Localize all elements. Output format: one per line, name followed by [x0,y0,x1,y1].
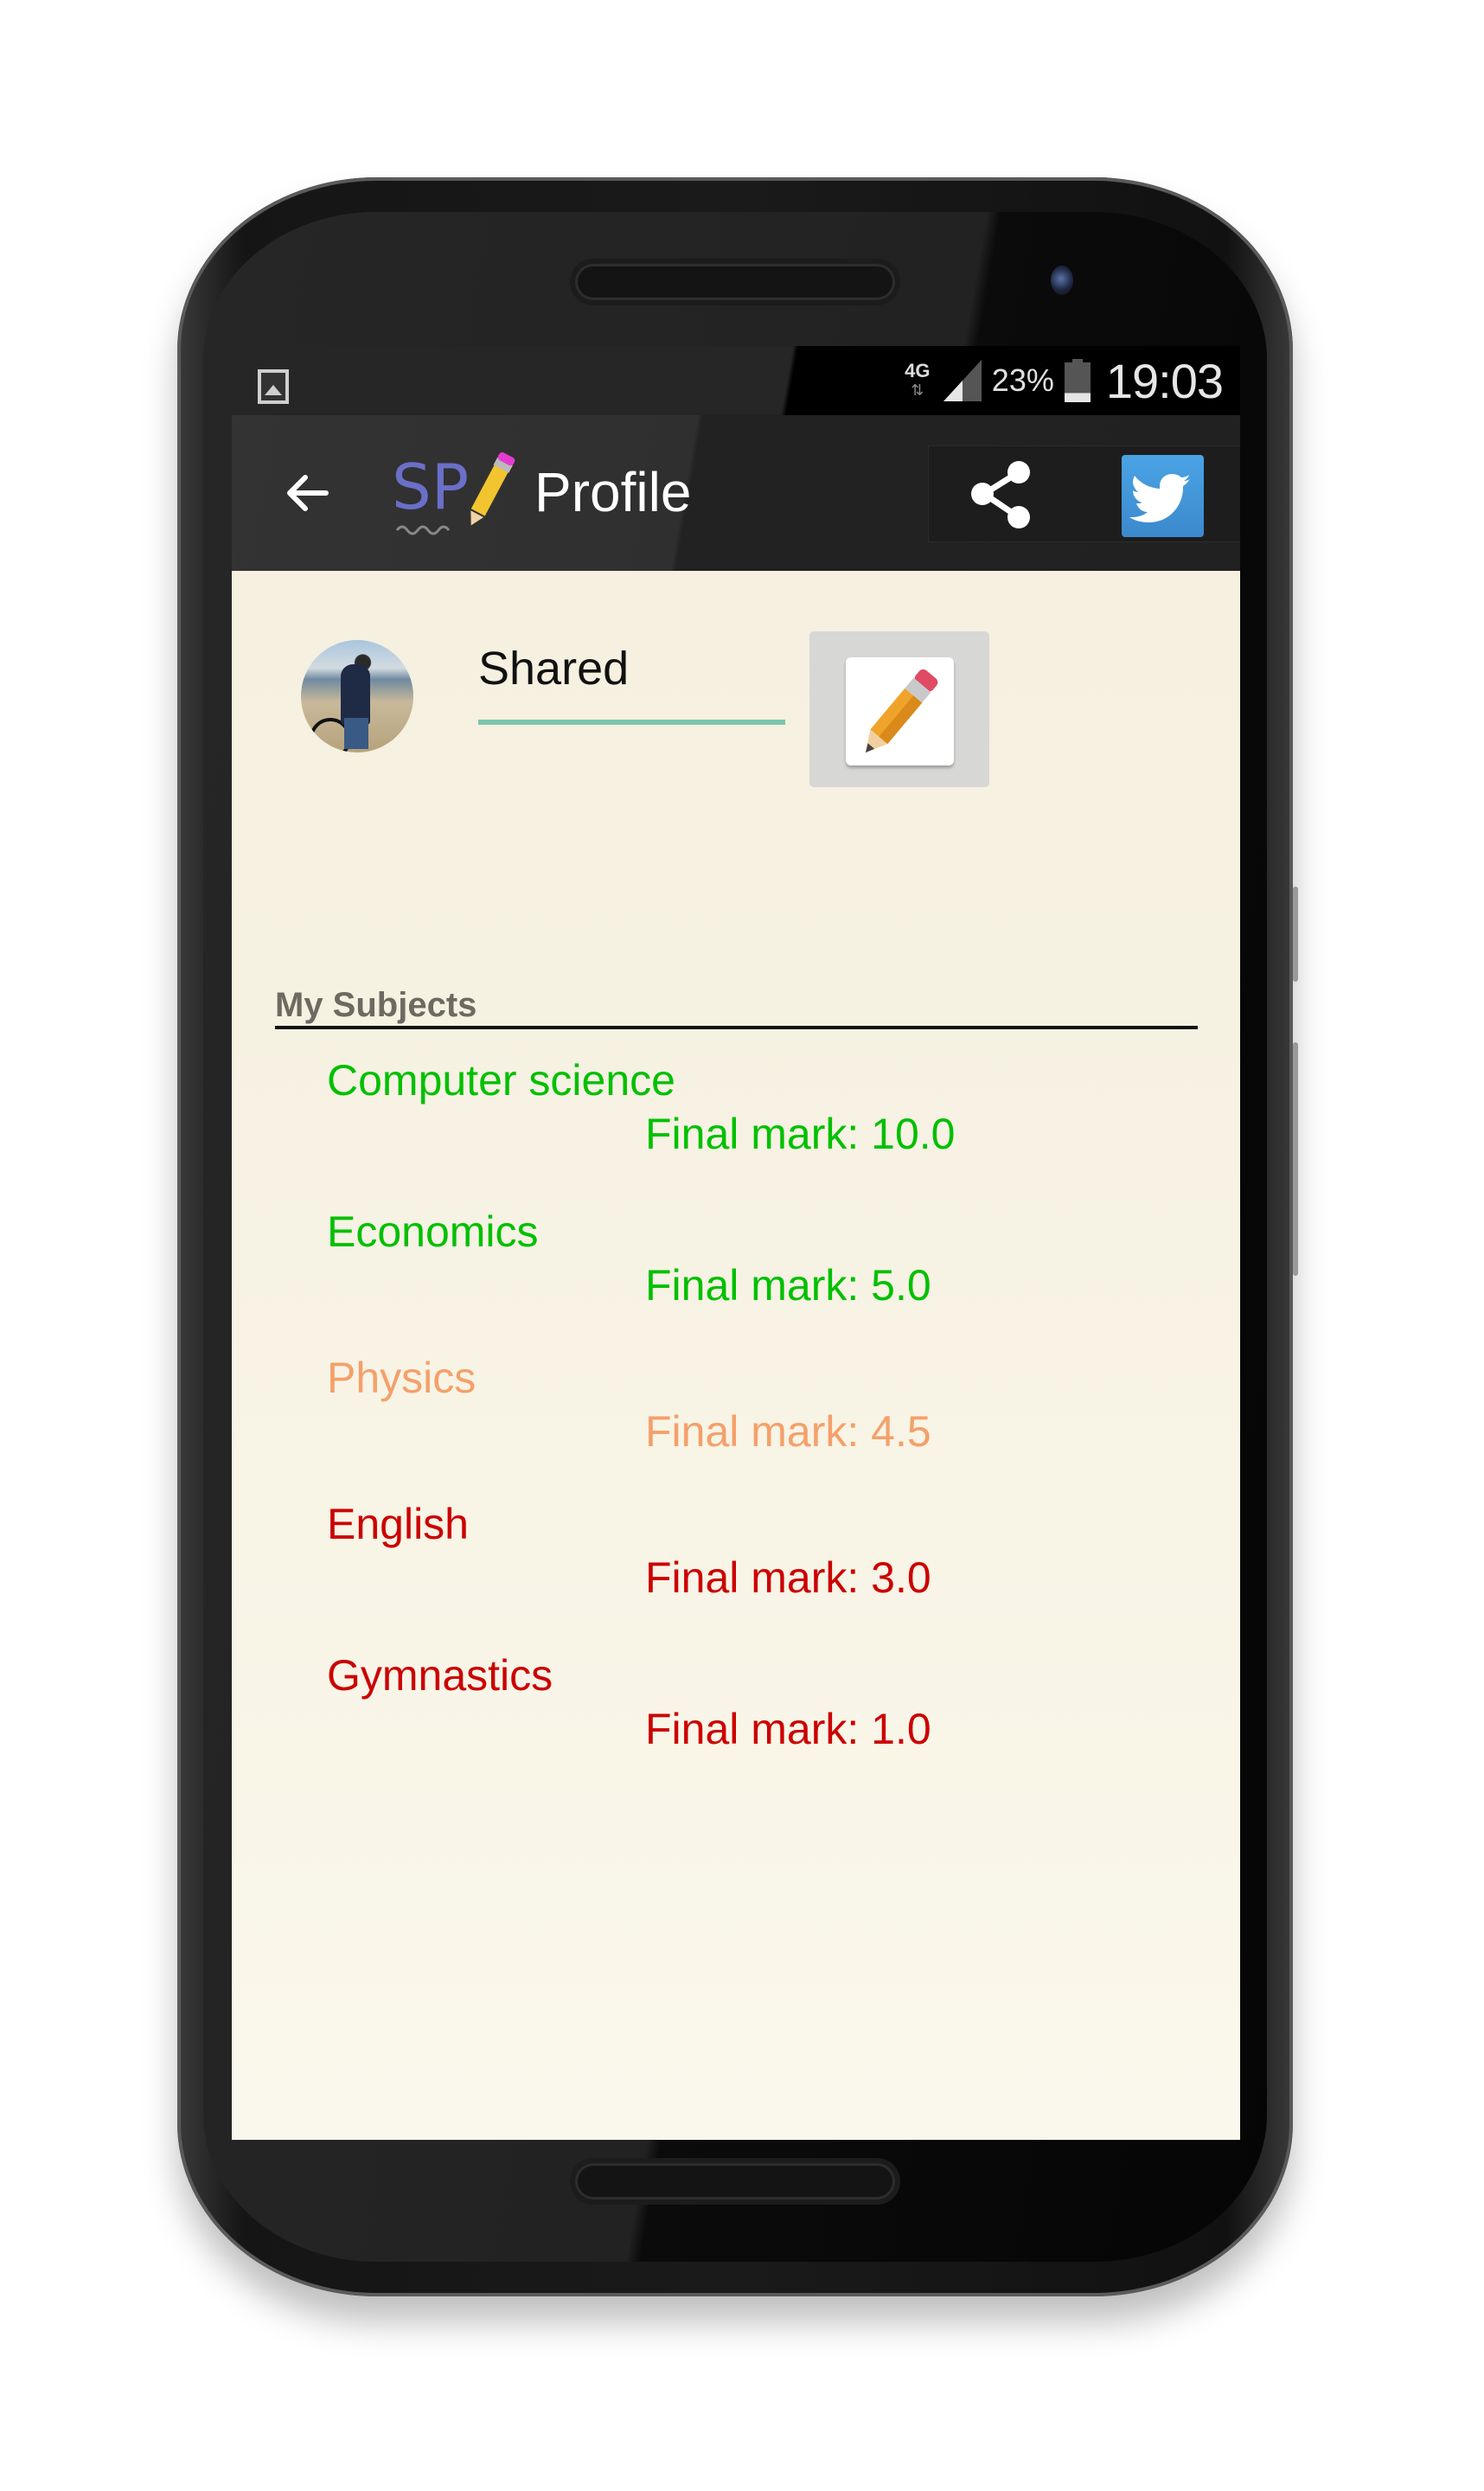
avatar[interactable] [301,640,413,752]
network-type: 4G [905,360,931,381]
app-toolbar: SP Profile [232,415,1240,571]
name-field-underline [478,720,785,725]
power-button [1293,1042,1298,1276]
subject-final-mark: Final mark: 1.0 [645,1705,931,1753]
subject-final-mark: Final mark: 10.0 [645,1110,956,1158]
section-divider [275,1026,1198,1029]
page-title: Profile [534,461,692,523]
subject-item[interactable]: Physics Final mark: 4.5 [232,1353,1240,1500]
subject-item[interactable]: Computer science Final mark: 10.0 [232,1055,1240,1202]
network-indicator: 4G ⇅ [902,362,933,400]
data-arrows-icon: ⇅ [911,381,924,399]
share-button[interactable] [963,455,1041,533]
clock: 19:03 [1105,353,1224,408]
twitter-button[interactable] [1122,455,1204,537]
battery-percent: 23% [991,362,1054,398]
arrow-left-icon [287,475,329,511]
subject-name: English [327,1500,469,1548]
pencil-icon [865,669,938,753]
earpiece-speaker [575,264,895,300]
bottom-speaker [575,2163,895,2200]
app-screen: 4G ⇅ 23% 19:03 SP Profile Shared My Subj… [232,346,1240,2140]
edit-name-button[interactable] [809,631,989,787]
subject-item[interactable]: Economics Final mark: 5.0 [232,1207,1240,1354]
front-camera [1051,266,1073,295]
status-bar: 4G ⇅ 23% 19:03 [232,346,1240,415]
subject-item[interactable]: English Final mark: 3.0 [232,1499,1240,1646]
logo-text: SP [392,451,469,523]
signal-icon [943,360,982,401]
share-icon [971,461,1030,528]
back-button[interactable] [277,463,337,523]
subject-final-mark: Final mark: 3.0 [645,1553,931,1602]
gallery-icon [258,369,289,404]
app-logo: SP [392,448,521,543]
twitter-icon [1129,474,1191,522]
section-title: My Subjects [275,986,477,1024]
volume-button [1293,887,1298,982]
subject-item[interactable]: Gymnastics Final mark: 1.0 [232,1650,1240,1797]
subject-name: Computer science [327,1056,675,1105]
subject-name: Gymnastics [327,1651,553,1700]
subject-final-mark: Final mark: 5.0 [645,1261,931,1310]
status-icons: 4G ⇅ 23% 19:03 [902,346,1224,415]
name-value[interactable]: Shared [478,642,629,695]
toolbar-actions [928,445,1240,542]
battery-icon [1064,359,1091,402]
subject-final-mark: Final mark: 4.5 [645,1407,931,1456]
subject-name: Economics [327,1207,539,1256]
name-field[interactable]: Shared [478,631,785,727]
profile-content: Shared My Subjects Computer science Fina… [232,571,1240,2140]
subject-name: Physics [327,1354,477,1402]
